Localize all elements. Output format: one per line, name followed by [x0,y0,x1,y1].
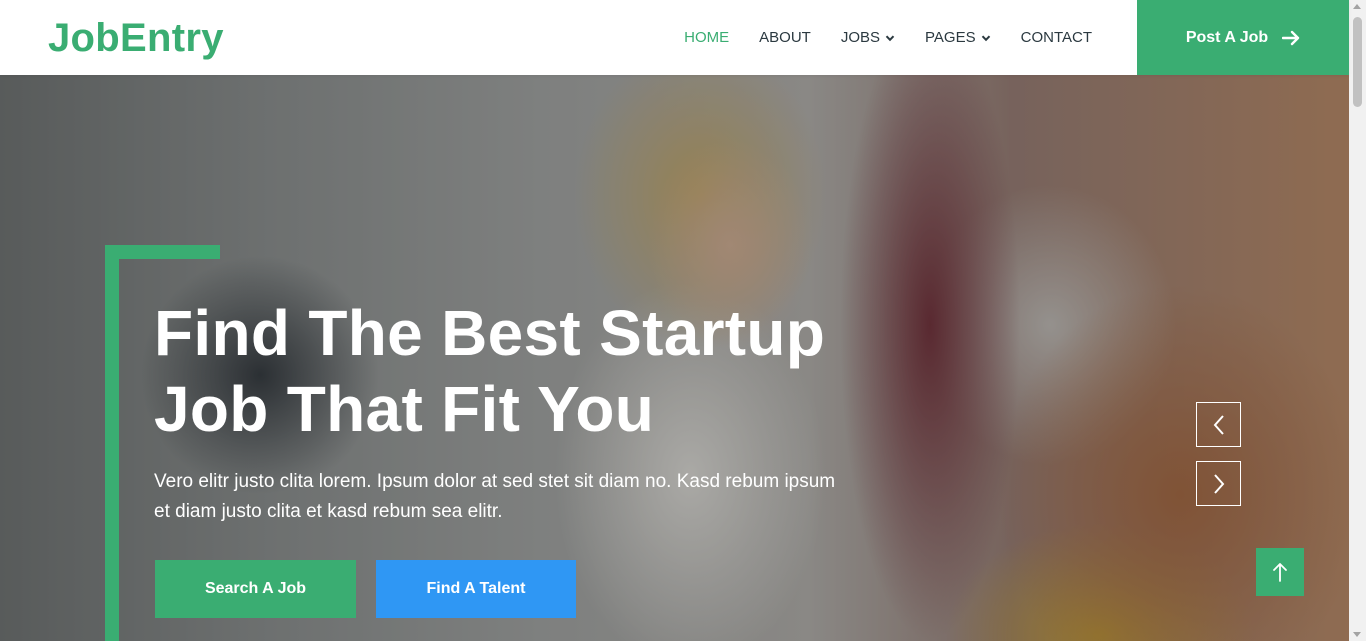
scroll-thumb[interactable] [1353,17,1362,107]
brand-logo[interactable]: JobEntry [48,14,224,62]
scroll-up-icon[interactable] [1353,4,1361,9]
nav-item-label: CONTACT [1020,29,1092,46]
nav-item-label: HOME [684,29,730,46]
accent-border [105,245,119,641]
page-scrollbar[interactable] [1349,0,1366,641]
accent-border [105,245,220,259]
hero-title-line: Job That Fit You [154,373,655,445]
carousel-next-button[interactable] [1196,461,1241,506]
hero-title: Find The Best Startup Job That Fit You [154,295,874,447]
arrow-up-icon [1273,563,1287,582]
chevron-down-icon [981,35,990,41]
nav-item-about[interactable]: ABOUT [744,0,826,75]
main-nav: HOME ABOUT JOBS PAGES CONTACT [669,0,1107,75]
scroll-down-icon[interactable] [1353,632,1361,637]
post-job-button[interactable]: Post A Job [1137,0,1349,75]
hero-title-line: Find The Best Startup [154,297,826,369]
chevron-right-icon [1213,473,1224,494]
nav-item-label: JOBS [840,29,881,46]
nav-item-contact[interactable]: CONTACT [1006,0,1107,75]
navbar: JobEntry HOME ABOUT JOBS PAGES CONTACT P… [0,0,1349,75]
search-job-button[interactable]: Search A Job [155,560,356,618]
nav-item-label: PAGES [925,29,976,46]
hero-description: Vero elitr justo clita lorem. Ipsum dolo… [154,471,836,522]
carousel-prev-button[interactable] [1196,402,1241,447]
chevron-down-icon [885,35,895,41]
arrow-right-icon [1282,30,1300,45]
post-job-label: Post A Job [1185,28,1269,46]
nav-item-pages[interactable]: PAGES [910,0,1006,75]
back-to-top-button[interactable] [1256,548,1304,596]
hero-carousel: Find The Best Startup Job That Fit You V… [0,75,1349,641]
nav-item-label: ABOUT [759,29,811,46]
nav-item-home[interactable]: HOME [669,0,744,75]
chevron-left-icon [1213,414,1224,435]
nav-item-jobs[interactable]: JOBS [826,0,910,75]
find-talent-button[interactable]: Find A Talent [376,560,576,618]
